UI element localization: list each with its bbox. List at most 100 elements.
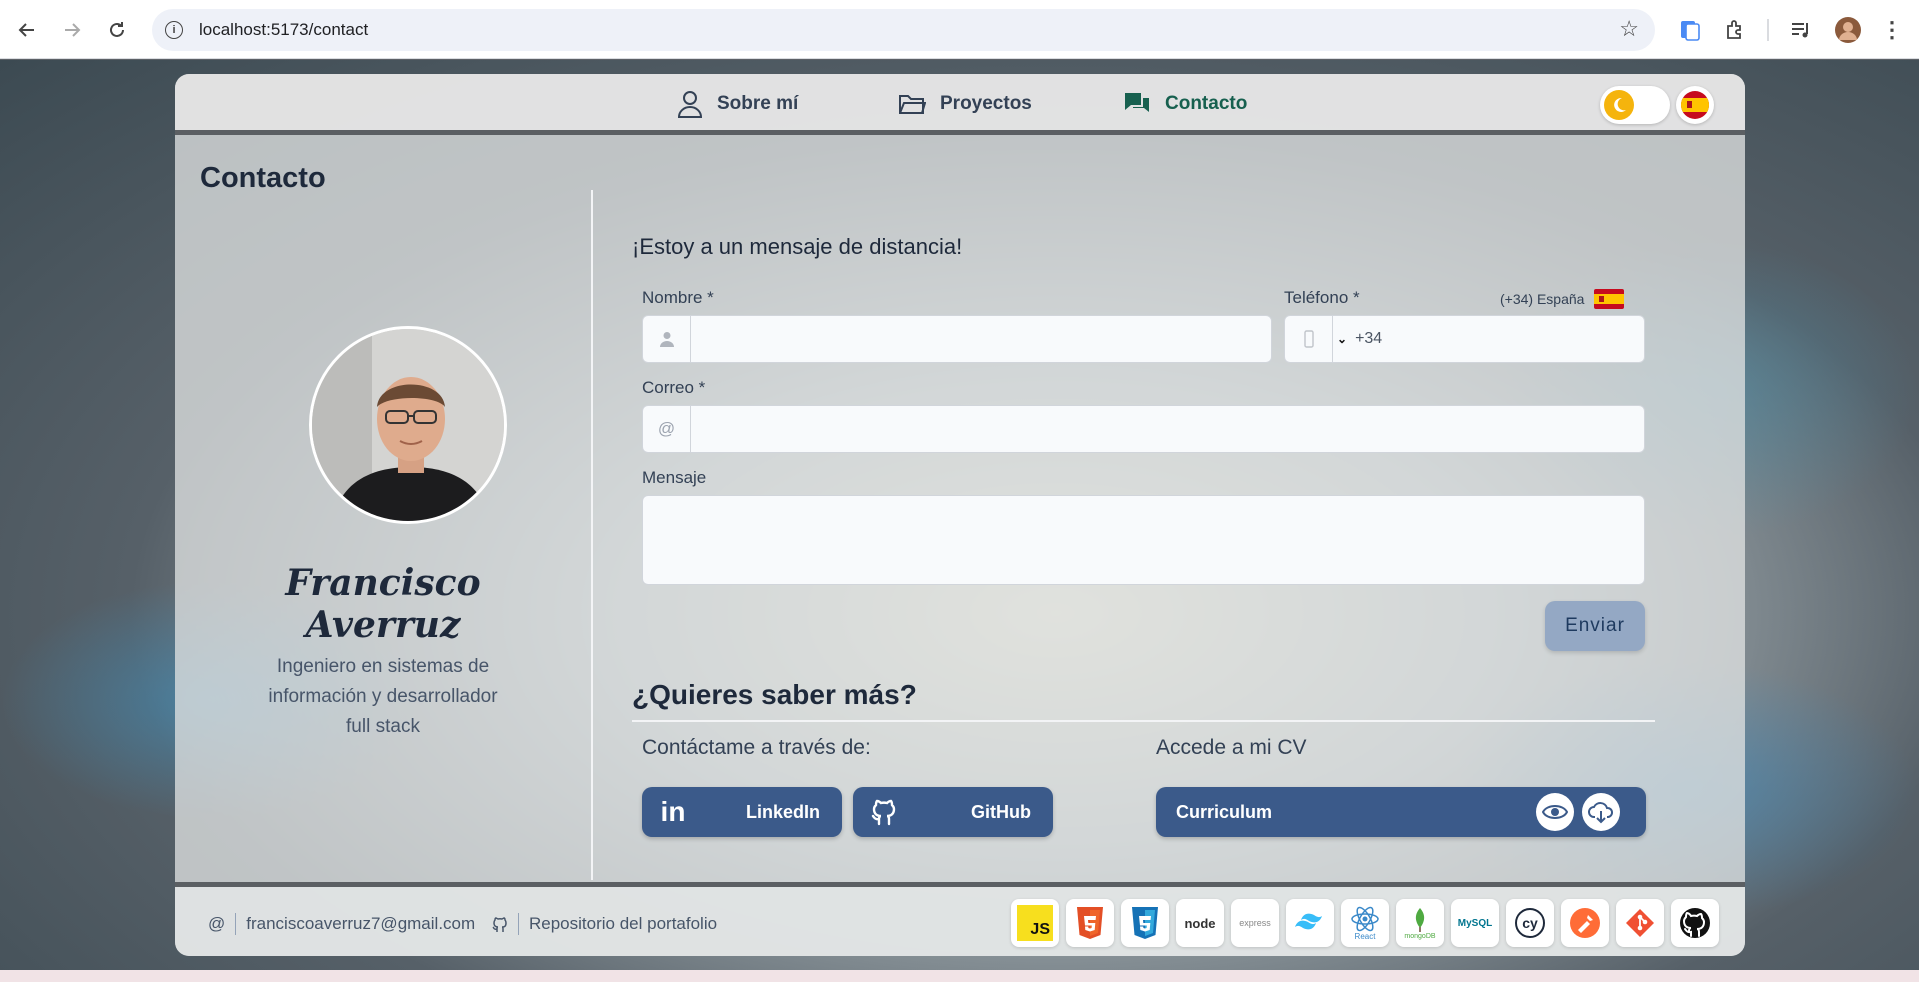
page-bottom-strip: [0, 970, 1919, 982]
theme-toggle[interactable]: [1600, 86, 1670, 124]
forward-arrow-icon[interactable]: [56, 14, 88, 46]
media-control-icon[interactable]: [1788, 16, 1814, 44]
css3-icon: [1132, 907, 1158, 939]
tech-badge-postman: [1561, 899, 1609, 947]
html5-icon: [1077, 907, 1103, 939]
tailwind-icon: [1295, 913, 1322, 930]
mongodb-label: mongoDB: [1404, 932, 1436, 940]
message-label: Mensaje: [642, 468, 707, 487]
phone-country-text: (+34) España: [1500, 291, 1585, 307]
spain-flag-icon: [1594, 289, 1625, 309]
mobile-icon: [1285, 316, 1333, 362]
tech-badge-mongodb: mongoDB: [1396, 899, 1444, 947]
footer-email-link[interactable]: @ franciscoaverruz7@gmail.com: [208, 913, 475, 935]
phone-field[interactable]: ⌄ +34: [1284, 315, 1645, 363]
nav-label-contact: Contacto: [1165, 93, 1248, 114]
message-textarea[interactable]: [642, 495, 1645, 585]
linkedin-label: LinkedIn: [745, 801, 820, 822]
nav-item-contact[interactable]: Contacto: [1123, 88, 1247, 120]
cloud-download-icon[interactable]: [1582, 793, 1620, 831]
github-button[interactable]: GitHub: [853, 787, 1053, 837]
site-info-icon[interactable]: i: [165, 21, 183, 39]
top-navigation: Sobre mí Proyectos Contacto: [175, 74, 1745, 135]
react-icon: [1351, 906, 1379, 931]
tech-badge-css3: [1121, 899, 1169, 947]
tech-badge-tailwind: [1286, 899, 1334, 947]
back-arrow-icon[interactable]: [11, 14, 43, 46]
browser-toolbar: i localhost:5173/contact ☆ ⋮: [0, 0, 1919, 59]
tech-badge-mysql: MySQL: [1451, 899, 1499, 947]
postman-icon: [1570, 908, 1600, 938]
chevron-down-icon: ⌄: [1337, 332, 1348, 346]
react-label: React: [1354, 931, 1376, 941]
browser-menu-icon[interactable]: ⋮: [1881, 16, 1903, 44]
email-field[interactable]: @: [642, 405, 1645, 453]
tech-badge-node: node: [1176, 899, 1224, 947]
nav-item-about[interactable]: Sobre mí: [677, 88, 798, 120]
bookmark-star-icon[interactable]: ☆: [1619, 18, 1639, 40]
curriculum-label: Curriculum: [1176, 801, 1273, 822]
phone-label: Teléfono *: [1284, 288, 1360, 307]
view-eye-icon[interactable]: [1536, 793, 1574, 831]
profile-name: Francisco Averruz: [285, 562, 481, 646]
phone-code-select[interactable]: ⌄ +34: [1333, 316, 1382, 362]
at-icon: @: [208, 914, 226, 933]
toolbar-separator: [1767, 19, 1769, 41]
tech-badge-github: [1671, 899, 1719, 947]
profile-photo: [309, 326, 507, 524]
more-section-title: ¿Quieres saber más?: [632, 679, 917, 710]
profile-role: Ingeniero en sistemas de información y d…: [268, 656, 498, 737]
url-text[interactable]: localhost:5173/contact: [199, 20, 368, 40]
profile-avatar-icon[interactable]: [1834, 16, 1862, 44]
tech-badge-express: express: [1231, 899, 1279, 947]
chat-icon: [1125, 93, 1149, 112]
linkedin-button[interactable]: in LinkedIn: [642, 787, 842, 837]
moon-icon: [1604, 90, 1634, 120]
form-heading: ¡Estoy a un mensaje de distancia!: [632, 234, 963, 259]
vertical-divider: [591, 190, 593, 880]
horizontal-divider: [632, 720, 1655, 722]
tech-badge-html5: [1066, 899, 1114, 947]
reload-icon[interactable]: [101, 14, 133, 46]
footer: @ franciscoaverruz7@gmail.com Repositori…: [175, 882, 1745, 956]
contact-card: Sobre mí Proyectos Contacto Contacto Fra…: [175, 74, 1745, 956]
language-selector[interactable]: [1676, 86, 1714, 124]
name-label: Nombre *: [642, 288, 714, 307]
linkedin-icon: in: [660, 796, 686, 827]
tech-badge-git: [1616, 899, 1664, 947]
tech-badge-js: JS: [1011, 899, 1059, 947]
folder-icon: [899, 95, 926, 114]
github-icon: [492, 917, 507, 932]
github-icon: [853, 798, 915, 826]
send-button[interactable]: Enviar: [1545, 601, 1645, 651]
cv-title: Accede a mi CV: [1156, 736, 1307, 759]
github-label: GitHub: [971, 801, 1031, 822]
spain-flag-icon: [1681, 91, 1709, 119]
tech-badge-react: React: [1341, 899, 1389, 947]
nav-label-projects: Proyectos: [940, 93, 1032, 114]
email-label: Correo *: [642, 378, 706, 397]
translate-icon[interactable]: [1677, 16, 1703, 44]
footer-repo-label: Repositorio del portafolio: [529, 914, 718, 933]
at-icon: @: [643, 406, 691, 452]
nav-item-projects[interactable]: Proyectos: [898, 88, 1032, 120]
name-field[interactable]: [642, 315, 1272, 363]
extensions-puzzle-icon[interactable]: [1722, 16, 1748, 44]
footer-repo-link[interactable]: Repositorio del portafolio: [492, 913, 717, 935]
curriculum-bar: Curriculum: [1156, 787, 1646, 837]
cypress-icon: cy: [1515, 908, 1545, 938]
phone-country-indicator: (+34) España: [1500, 289, 1625, 309]
mongodb-leaf-icon: [1415, 907, 1425, 932]
page-title: Contacto: [200, 162, 326, 194]
github-octocat-icon: [1680, 908, 1710, 938]
footer-email: franciscoaverruz7@gmail.com: [246, 914, 476, 933]
nav-label-about: Sobre mí: [717, 93, 799, 114]
git-icon: [1626, 909, 1654, 937]
phone-code-value: +34: [1355, 330, 1383, 347]
tech-badge-cypress: cy: [1506, 899, 1554, 947]
person-icon: [643, 316, 691, 362]
contact-via-title: Contáctame a través de:: [642, 736, 871, 759]
address-bar[interactable]: i localhost:5173/contact ☆: [152, 9, 1655, 51]
js-icon: JS: [1017, 905, 1053, 941]
user-icon: [677, 91, 703, 118]
